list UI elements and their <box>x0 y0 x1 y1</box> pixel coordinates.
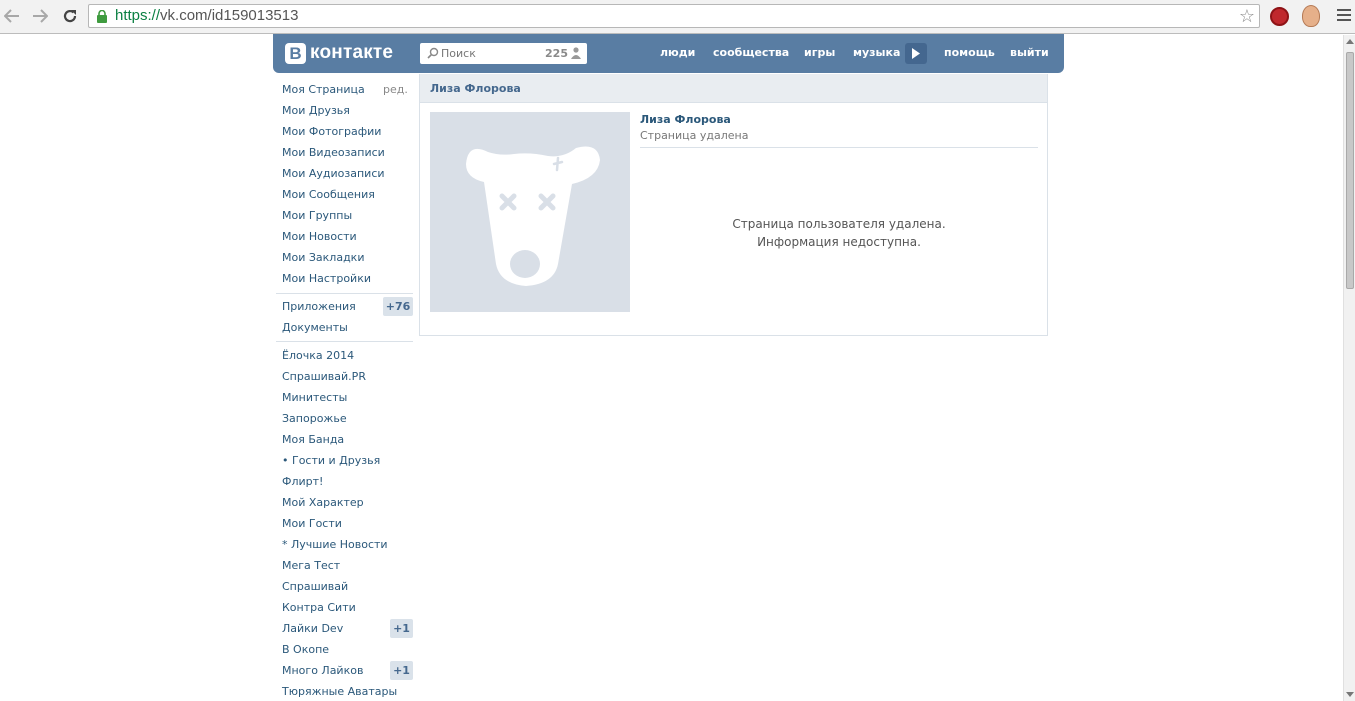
sidebar-item-videos[interactable]: Мои Видеозаписи <box>282 146 385 159</box>
sidebar-item-photos[interactable]: Мои Фотографии <box>282 125 381 138</box>
profile-divider <box>640 147 1038 148</box>
search-input[interactable]: Поиск 225 <box>420 43 587 64</box>
deleted-avatar <box>430 112 630 312</box>
sidebar-edit-link[interactable]: ред. <box>383 83 408 96</box>
sidebar-item-bookmarks[interactable]: Мои Закладки <box>282 251 364 264</box>
sidebar-item-audio[interactable]: Мои Аудиозаписи <box>282 167 385 180</box>
browser-menu-icon[interactable] <box>1337 9 1351 23</box>
sidebar-divider <box>276 293 413 294</box>
site-header: В контакте Поиск 225 люди сообщества игр… <box>273 34 1064 73</box>
sidebar-app-item[interactable]: Спрашивай <box>282 580 348 593</box>
sidebar-app-item[interactable]: Много Лайков <box>282 664 363 677</box>
forward-arrow-icon[interactable] <box>29 5 51 27</box>
sidebar-app-item[interactable]: Запорожье <box>282 412 347 425</box>
sidebar-item-groups[interactable]: Мои Группы <box>282 209 352 222</box>
address-bar[interactable]: https://vk.com/id159013513 ☆ <box>88 4 1260 28</box>
sidebar-app-item[interactable]: Минитесты <box>282 391 347 404</box>
deleted-message-line: Страница пользователя удалена. <box>732 217 946 231</box>
profile-name[interactable]: Лиза Флорова <box>640 113 731 126</box>
sidebar-app-item[interactable]: Тюряжные Аватары <box>282 685 397 698</box>
nav-music[interactable]: музыка <box>853 46 900 59</box>
sidebar-item-news[interactable]: Мои Новости <box>282 230 357 243</box>
sidebar-app-item[interactable]: * Лучшие Новости <box>282 538 388 551</box>
page-scrollbar[interactable] <box>1343 35 1355 701</box>
back-arrow-icon[interactable] <box>1 5 23 27</box>
scroll-up-arrow-icon[interactable] <box>1346 39 1354 44</box>
nav-games[interactable]: игры <box>804 46 835 59</box>
sidebar-item-messages[interactable]: Мои Сообщения <box>282 188 375 201</box>
vk-logo-icon[interactable]: В <box>285 43 306 64</box>
bookmark-star-icon[interactable]: ☆ <box>1239 6 1255 27</box>
sidebar-divider <box>276 341 413 342</box>
profile-panel-header: Лиза Флорова <box>420 74 1047 103</box>
sidebar-app-item[interactable]: Моя Банда <box>282 433 344 446</box>
sidebar-app-item[interactable]: Ёлочка 2014 <box>282 349 354 362</box>
page-title: Лиза Флорова <box>430 82 521 95</box>
sidebar-app-item[interactable]: Мои Гости <box>282 517 342 530</box>
app-notification-badge[interactable]: +1 <box>390 619 413 638</box>
app-notification-badge[interactable]: +1 <box>390 661 413 680</box>
reload-icon[interactable] <box>59 5 81 27</box>
sidebar-item-my-page[interactable]: Моя Страница <box>282 83 365 96</box>
browser-toolbar: https://vk.com/id159013513 ☆ <box>0 0 1355 34</box>
nav-help[interactable]: помощь <box>944 46 995 59</box>
vk-logo-text[interactable]: контакте <box>310 42 393 64</box>
sidebar-app-item[interactable]: Спрашивай.PR <box>282 370 366 383</box>
sidebar-item-apps[interactable]: Приложения <box>282 300 356 313</box>
sidebar-item-friends[interactable]: Мои Друзья <box>282 104 350 117</box>
nav-logout[interactable]: выйти <box>1010 46 1049 59</box>
sidebar-app-item[interactable]: Мой Характер <box>282 496 364 509</box>
lock-icon <box>97 10 107 23</box>
online-friends-count: 225 <box>545 47 568 60</box>
sidebar-app-item[interactable]: В Окопе <box>282 643 329 656</box>
nav-communities[interactable]: сообщества <box>713 46 789 59</box>
deleted-page-message: Страница пользователя удалена. Информаци… <box>640 215 1038 251</box>
profile-status: Страница удалена <box>640 129 749 142</box>
sidebar-app-item[interactable]: Контра Сити <box>282 601 356 614</box>
adblock-extension-icon[interactable] <box>1270 7 1289 26</box>
profile-panel: Лиза Флорова Лиза Флорова Страница удале… <box>419 74 1048 336</box>
apps-count-badge[interactable]: +76 <box>383 297 413 316</box>
music-play-button[interactable] <box>905 43 927 64</box>
nav-people[interactable]: люди <box>660 46 695 59</box>
deleted-dog-icon <box>466 146 600 286</box>
unavailable-message-line: Информация недоступна. <box>757 235 921 249</box>
play-icon <box>912 48 920 59</box>
search-icon <box>427 47 439 59</box>
scrollbar-thumb[interactable] <box>1346 52 1354 289</box>
sidebar-app-item[interactable]: Флирт! <box>282 475 323 488</box>
scroll-down-arrow-icon[interactable] <box>1346 692 1354 697</box>
url-text: https://vk.com/id159013513 <box>115 7 299 24</box>
sidebar-app-item[interactable]: Мега Тест <box>282 559 340 572</box>
sidebar-app-item[interactable]: • Гости и Друзья <box>282 454 380 467</box>
sidebar-item-settings[interactable]: Мои Настройки <box>282 272 371 285</box>
user-avatar-icon[interactable] <box>1302 5 1320 27</box>
sidebar-app-item[interactable]: Лайки Dev <box>282 622 343 635</box>
sidebar-item-documents[interactable]: Документы <box>282 321 348 334</box>
search-placeholder: Поиск <box>441 47 476 60</box>
person-icon <box>571 47 581 59</box>
